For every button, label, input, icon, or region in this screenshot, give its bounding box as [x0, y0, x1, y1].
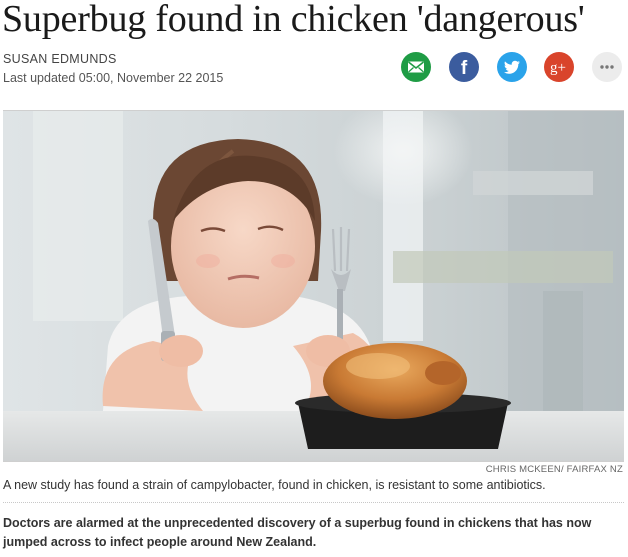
article-headline: Superbug found in chicken 'dangerous'	[2, 0, 585, 40]
article-hero-photo[interactable]	[3, 110, 624, 462]
share-email-button[interactable]	[401, 52, 431, 82]
twitter-icon	[504, 60, 520, 74]
updated-timestamp: Last updated 05:00, November 22 2015	[3, 71, 224, 85]
share-twitter-button[interactable]	[497, 52, 527, 82]
svg-text:g+: g+	[550, 60, 566, 76]
article-lede: Doctors are alarmed at the unprecedented…	[3, 516, 592, 549]
share-google-plus-button[interactable]: g+	[544, 52, 574, 82]
email-icon	[408, 61, 424, 73]
facebook-icon: f	[461, 58, 468, 79]
girl-with-chicken-photo	[3, 111, 624, 461]
google-plus-icon: g+	[550, 60, 566, 76]
more-icon	[600, 65, 614, 69]
share-more-button[interactable]	[592, 52, 622, 82]
image-credit: CHRIS MCKEEN/ FAIRFAX NZ	[485, 464, 623, 475]
share-facebook-button[interactable]: f	[449, 52, 479, 82]
svg-text:f: f	[461, 58, 468, 79]
author-byline[interactable]: SUSAN EDMUNDS	[3, 52, 117, 66]
image-caption: A new study has found a strain of campyl…	[3, 478, 546, 492]
section-divider	[3, 502, 624, 503]
